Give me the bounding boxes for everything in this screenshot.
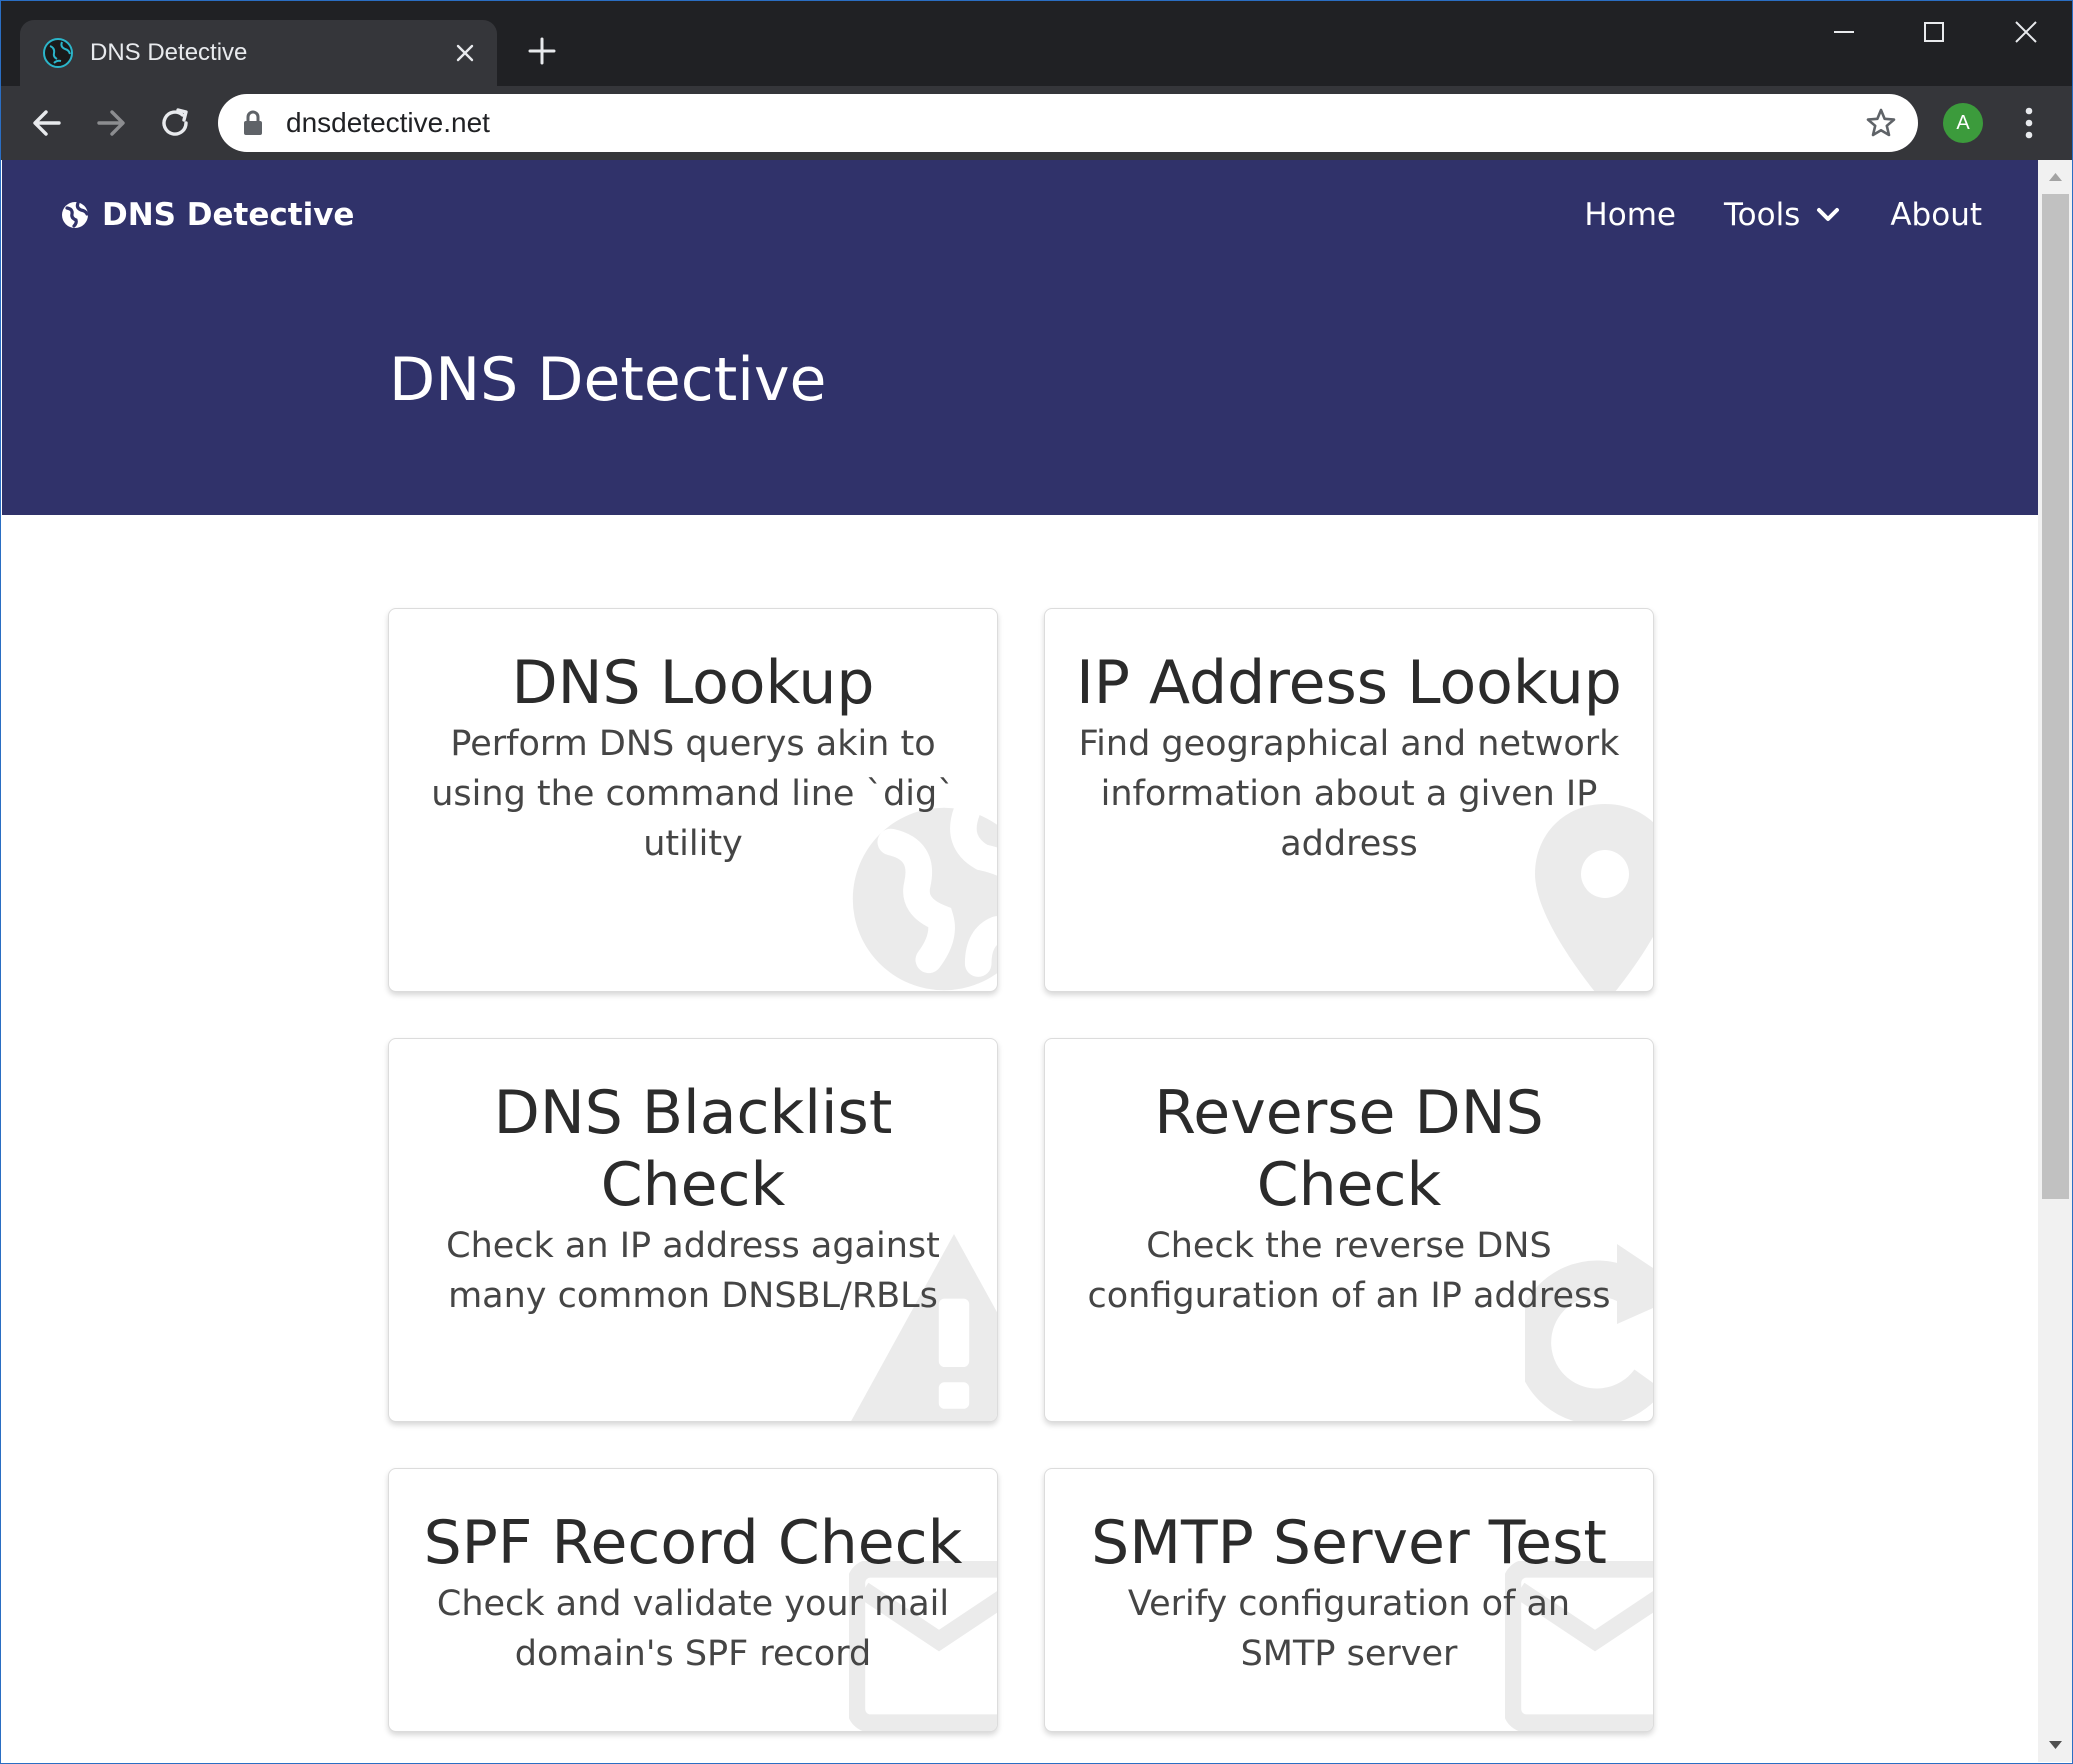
card-body: SMTP Server Test Verify configuration of… (1075, 1507, 1623, 1679)
vertical-scrollbar[interactable] (2038, 160, 2073, 1762)
card-title: DNS Blacklist Check (493, 1078, 893, 1220)
card-reverse-dns-check[interactable]: Reverse DNS Check Check the reverse DNS … (1044, 1038, 1654, 1422)
profile-avatar[interactable]: A (1943, 103, 1983, 143)
card-smtp-server-test[interactable]: SMTP Server Test Verify configuration of… (1044, 1468, 1654, 1732)
globe-icon (43, 38, 73, 68)
card-description: Verify configuration of an SMTP server (1127, 1584, 1571, 1674)
brand-link[interactable]: DNS Detective (60, 190, 354, 240)
nav-tools[interactable]: Tools (1724, 197, 1842, 233)
browser-toolbar: dnsdetective.net A (0, 86, 2073, 160)
card-spf-record-check[interactable]: SPF Record Check Check and validate your… (388, 1468, 998, 1732)
new-tab-icon[interactable] (525, 34, 559, 68)
bookmark-star-icon[interactable] (1864, 106, 1898, 140)
nav-tools-label: Tools (1723, 197, 1801, 233)
address-bar[interactable]: dnsdetective.net (218, 94, 1918, 152)
window-close-icon[interactable] (1996, 8, 2056, 56)
card-body: SPF Record Check Check and validate your… (419, 1507, 967, 1679)
more-vert-icon[interactable] (2012, 102, 2046, 144)
browser-tab[interactable]: DNS Detective (20, 20, 497, 86)
forward-arrow-icon[interactable] (90, 102, 132, 144)
reload-icon[interactable] (154, 102, 196, 144)
back-arrow-icon[interactable] (26, 102, 68, 144)
globe-icon (62, 201, 89, 228)
nav-home[interactable]: Home (1584, 197, 1676, 233)
card-dns-lookup[interactable]: DNS Lookup Perform DNS querys akin to us… (388, 608, 998, 992)
card-ip-address-lookup[interactable]: IP Address Lookup Find geographical and … (1044, 608, 1654, 992)
card-title: SPF Record Check (423, 1508, 963, 1578)
page-title: DNS Detective (389, 345, 827, 415)
scroll-up-arrow-icon[interactable] (2038, 160, 2073, 194)
url-text[interactable]: dnsdetective.net (286, 106, 490, 140)
card-description: Find geographical and network informatio… (1078, 724, 1620, 864)
brand-text: DNS Detective (102, 197, 355, 233)
page-viewport: DNS Detective Home Tools About DNS Detec… (2, 160, 2038, 1762)
chevron-down-icon (1817, 208, 1840, 221)
card-body: DNS Blacklist Check Check an IP address … (419, 1077, 967, 1321)
site-navbar: DNS Detective Home Tools About DNS Detec… (2, 160, 2038, 515)
card-body: DNS Lookup Perform DNS querys akin to us… (419, 647, 967, 869)
nav-about[interactable]: About (1890, 197, 1982, 233)
card-description: Check and validate your mail domain's SP… (436, 1584, 950, 1674)
close-icon[interactable] (451, 39, 479, 67)
card-title: SMTP Server Test (1091, 1508, 1607, 1578)
nav-links: Home Tools About (1536, 190, 1982, 240)
card-description: Perform DNS querys akin to using the com… (431, 724, 955, 864)
lock-icon (244, 110, 262, 135)
minimize-icon[interactable] (1814, 8, 1874, 56)
card-title: DNS Lookup (511, 648, 875, 718)
scroll-down-arrow-icon[interactable] (2038, 1728, 2073, 1762)
scrollbar-thumb[interactable] (2042, 194, 2069, 1199)
card-title: IP Address Lookup (1076, 648, 1622, 718)
card-body: Reverse DNS Check Check the reverse DNS … (1075, 1077, 1623, 1321)
tab-title: DNS Detective (90, 39, 248, 66)
card-title: Reverse DNS Check (1154, 1078, 1544, 1220)
browser-chrome: DNS Detective dnsdetective.net A (0, 0, 2073, 160)
card-description: Check the reverse DNS configuration of a… (1087, 1226, 1611, 1316)
card-body: IP Address Lookup Find geographical and … (1075, 647, 1623, 869)
card-dns-blacklist-check[interactable]: DNS Blacklist Check Check an IP address … (388, 1038, 998, 1422)
card-description: Check an IP address against many common … (446, 1226, 940, 1316)
maximize-icon[interactable] (1904, 8, 1964, 56)
